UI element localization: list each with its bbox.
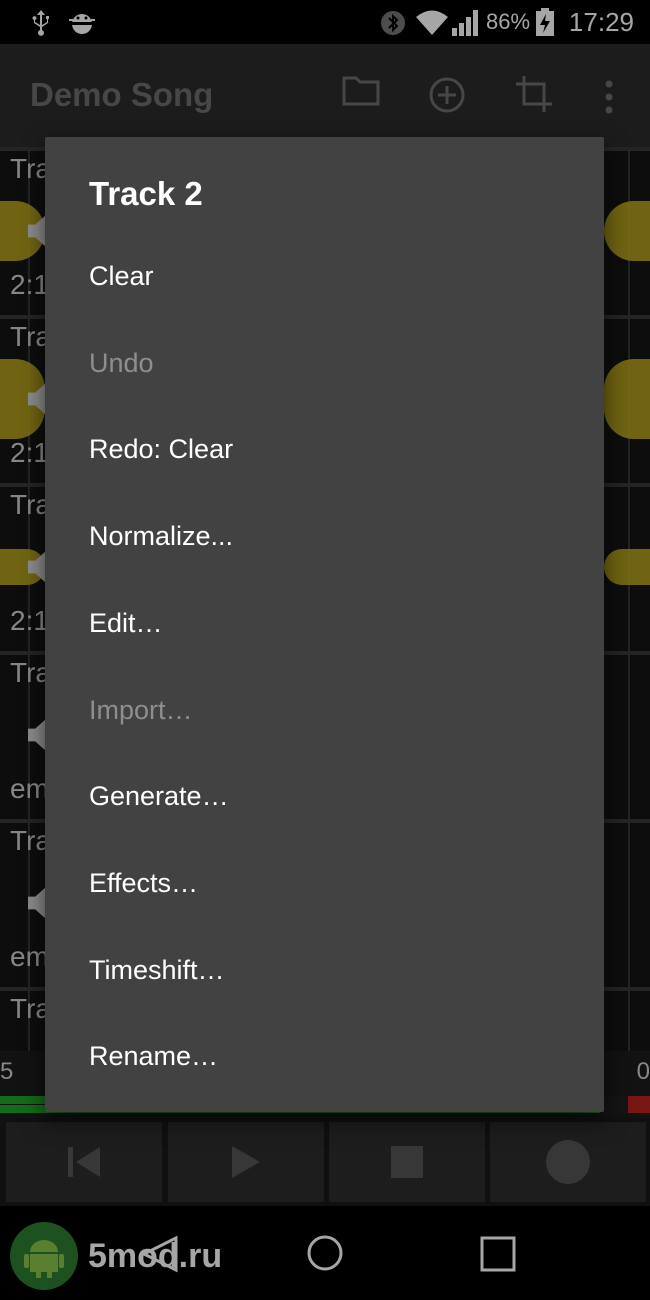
menu-item-normalize[interactable]: Normalize...: [89, 506, 559, 566]
menu-item-timeshift[interactable]: Timeshift…: [89, 940, 559, 1000]
menu-item-redo[interactable]: Redo: Clear: [89, 419, 559, 479]
menu-item-import: Import…: [89, 695, 193, 725]
track-context-menu: Track 2 Clear Undo Redo: Clear Normalize…: [45, 137, 604, 1112]
menu-title: Track 2: [89, 175, 203, 212]
menu-item-undo: Undo: [89, 348, 154, 378]
menu-item-effects[interactable]: Effects…: [89, 853, 559, 913]
menu-item-edit[interactable]: Edit…: [89, 593, 559, 653]
menu-item-generate[interactable]: Generate…: [89, 766, 559, 826]
menu-item-rename[interactable]: Rename…: [89, 1026, 559, 1086]
menu-item-clear[interactable]: Clear: [89, 246, 559, 306]
